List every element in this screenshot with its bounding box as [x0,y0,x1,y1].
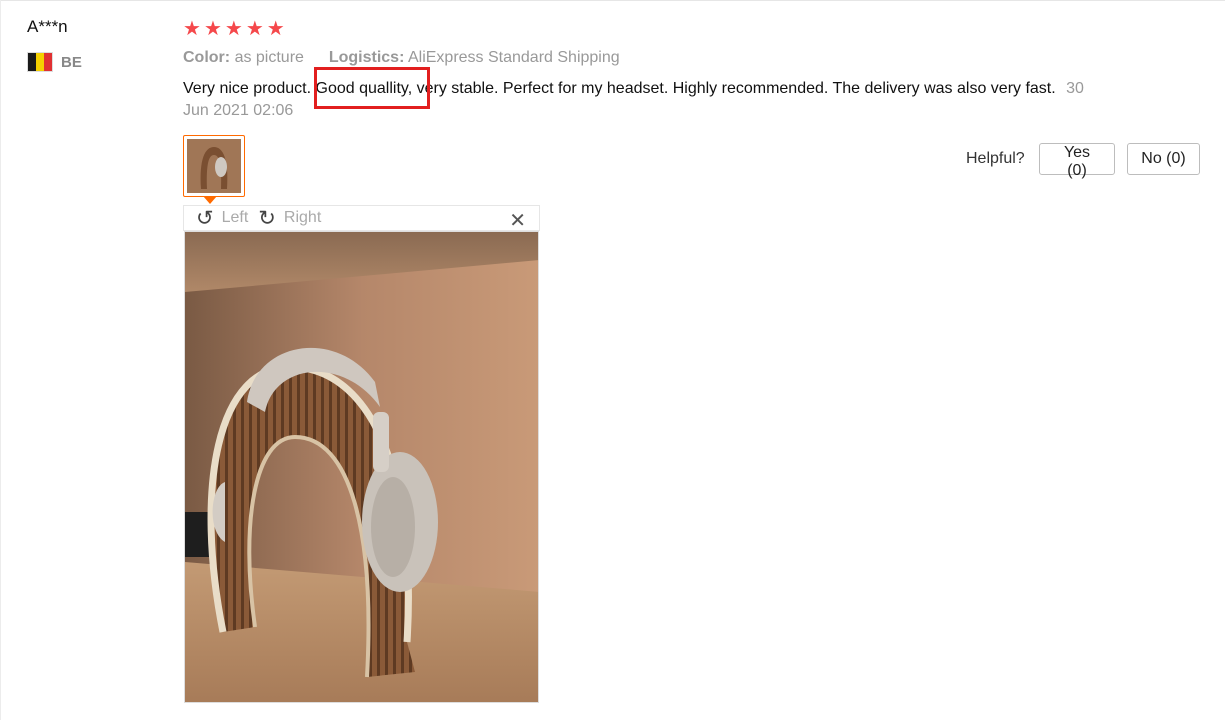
review-photo-thumbnail[interactable] [183,135,245,197]
star-icon: ★ [266,18,285,40]
country-code: BE [61,53,82,71]
review-photo-large [184,231,539,703]
star-icon: ★ [224,18,243,40]
star-icon: ★ [183,18,201,40]
logistics-label: Logistics: [328,49,405,66]
helpful-no-button[interactable]: No (0) [1127,143,1200,175]
belgium-flag-icon [27,52,53,72]
thumbnail-image [187,139,241,193]
rotate-left-icon: ↺ [196,206,214,230]
rotate-left-label: Left [221,209,249,226]
image-viewer-toolbar: ↺ Left ↻ Right ✕ [183,205,540,233]
product-attributes: Color: as picture Logistics: AliExpress … [183,49,620,67]
close-icon[interactable]: ✕ [509,208,526,233]
rotate-right-label: Right [283,209,322,226]
star-rating: ★ ★ ★ ★ ★ [183,18,285,40]
color-value: as picture [234,49,304,66]
reviewer-country: BE [27,52,82,72]
color-label: Color: [183,49,231,66]
rotate-right-icon: ↻ [258,206,276,230]
star-icon: ★ [245,18,264,40]
helpful-label: Helpful? [966,150,1025,167]
highlight-annotation-box [314,67,430,109]
rotate-right-button[interactable]: ↻ Right [258,206,321,231]
star-icon: ★ [203,18,222,40]
reviewer-name: A***n [27,17,68,36]
left-border [0,0,1,720]
logistics-value: AliExpress Standard Shipping [407,49,620,66]
top-divider [0,0,1225,1]
rotate-left-button[interactable]: ↺ Left [196,206,248,231]
helpful-yes-button[interactable]: Yes (0) [1039,143,1115,179]
thumbnail-pointer [203,196,217,204]
